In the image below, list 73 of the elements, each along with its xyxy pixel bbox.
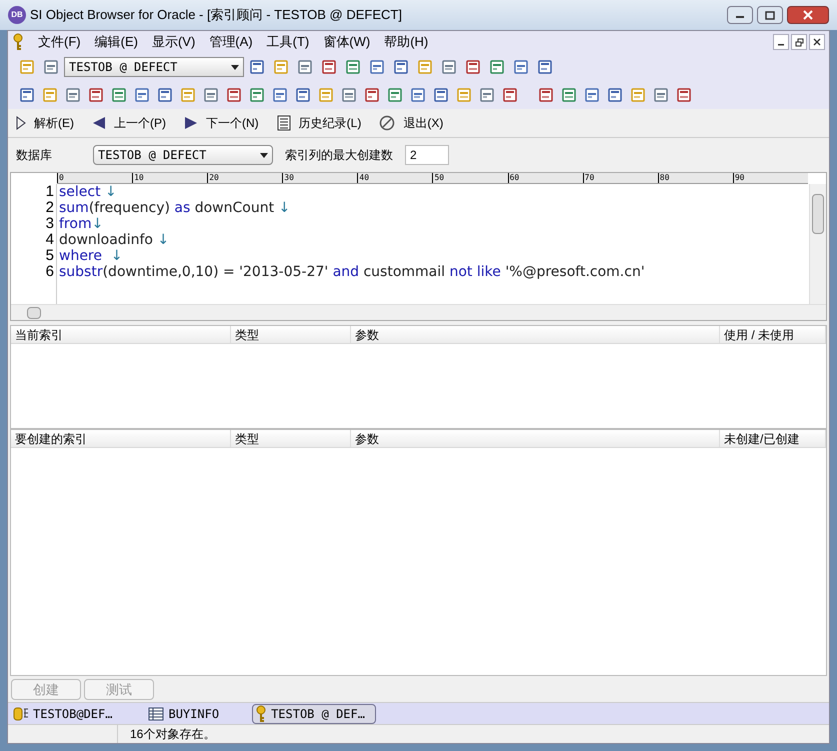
column-header[interactable]: 参数 [351, 326, 720, 343]
column-header[interactable]: 类型 [231, 430, 351, 447]
dropdown-icon [231, 64, 239, 70]
menu-item[interactable]: 文件(F) [38, 32, 81, 52]
line-number: 2 [46, 200, 54, 216]
toolbar-button[interactable]: 下一个(N) [184, 114, 259, 132]
menu-item[interactable]: 帮助(H) [384, 32, 428, 52]
maximize-button[interactable] [757, 6, 783, 24]
ruler-label: 80 [658, 173, 733, 183]
code-line: select ↓ [59, 184, 118, 200]
status-text: 16个对象存在。 [129, 726, 216, 743]
code-line: substr(downtime,0,10) = '2013-05-27' and custommail not like '%@presoft.com.cn' [59, 264, 646, 280]
restore-icon [794, 38, 804, 46]
ruler-label: 90 [732, 173, 808, 183]
column-header[interactable]: 要创建的索引 [11, 430, 231, 447]
code-line: where ↓ [59, 248, 124, 264]
column-header[interactable]: 使用 / 未使用 [720, 326, 826, 343]
toolbar-button[interactable]: 解析(E) [16, 114, 74, 132]
minimize-button[interactable] [773, 34, 789, 50]
line-number: 4 [46, 232, 54, 248]
toolbar-button[interactable]: 退出(X) [379, 114, 444, 132]
ruler-label: 40 [357, 173, 432, 183]
close-button[interactable] [809, 34, 825, 50]
line-number: 1 [46, 184, 54, 200]
menu-item[interactable]: 窗体(W) [323, 32, 370, 52]
field-label: 索引列的最大创建数 [285, 147, 393, 164]
sql-editor[interactable]: select ↓ sum(frequency) as downCount ↓ from↓ downloadinfo ↓ where ↓ substr(downtime,0,10) = '2013-05-27' and custommail not like '%@presoft.com.cn' [57, 184, 809, 304]
column-header[interactable]: 当前索引 [11, 326, 231, 343]
code-line: from↓ [59, 216, 104, 232]
max-index-field[interactable]: 2 [405, 145, 449, 165]
menu-item[interactable]: 显示(V) [152, 32, 196, 52]
vertical-scrollbar[interactable] [809, 184, 826, 304]
menu-item[interactable]: 工具(T) [266, 32, 310, 52]
ruler-label: 60 [508, 173, 583, 183]
close-icon [803, 10, 813, 20]
maximize-icon [765, 10, 775, 20]
horizontal-scrollbar[interactable] [11, 304, 826, 320]
window-tab[interactable]: TESTOB@DEF… [10, 704, 116, 724]
column-header[interactable]: 参数 [351, 430, 720, 447]
toolbar-button[interactable]: 上一个(P) [92, 114, 166, 132]
line-number: 5 [46, 248, 54, 264]
database-combo[interactable]: TESTOB @ DEFECT [93, 145, 273, 165]
restore-button[interactable] [791, 34, 807, 50]
line-number: 3 [46, 216, 54, 232]
left-triangle-icon [92, 116, 106, 130]
connection-combo[interactable]: TESTOB @ DEFECT [64, 57, 244, 77]
dropdown-icon [260, 152, 268, 158]
right-triangle-icon [184, 116, 198, 130]
line-number: 6 [46, 264, 54, 280]
ruler-label: 70 [582, 173, 658, 183]
ruler-label: 30 [282, 173, 358, 183]
toolbar-button[interactable]: 历史纪录(L) [276, 114, 362, 132]
app-logo: DB [8, 6, 26, 24]
column-header[interactable]: 未创建/已创建 [720, 430, 826, 447]
ruler-label: 0 [57, 173, 132, 183]
code-line: downloadinfo ↓ [59, 232, 170, 248]
window-tab[interactable]: TESTOB @ DEF… [252, 704, 376, 724]
document-icon [276, 115, 291, 131]
close-icon [813, 38, 821, 46]
play-icon [16, 116, 26, 130]
window-title: SI Object Browser for Oracle - [索引顾问 - TESTOB @ DEFECT] [30, 6, 402, 24]
column-header[interactable]: 类型 [231, 326, 351, 343]
ruler-label: 10 [132, 173, 208, 183]
close-button[interactable] [787, 6, 829, 24]
menu-item[interactable]: 编辑(E) [94, 32, 138, 52]
menu-item[interactable]: 管理(A) [209, 32, 253, 52]
window-tab[interactable]: BUYINFO [145, 704, 222, 724]
ruler-label: 20 [207, 173, 282, 183]
minimize-button[interactable] [727, 6, 753, 24]
code-line: sum(frequency) as downCount ↓ [59, 200, 292, 216]
ruler-label: 50 [432, 173, 508, 183]
field-label: 数据库 [16, 147, 53, 164]
no-entry-icon [379, 115, 396, 131]
